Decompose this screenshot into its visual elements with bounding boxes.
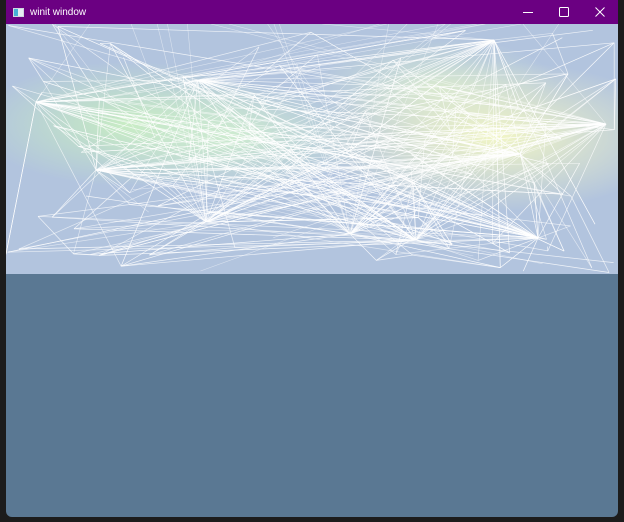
minimize-button[interactable] xyxy=(510,0,546,24)
maximize-icon xyxy=(559,7,569,17)
close-button[interactable] xyxy=(582,0,618,24)
maximize-button[interactable] xyxy=(546,0,582,24)
window-controls xyxy=(510,0,618,24)
close-icon xyxy=(595,7,605,17)
window-title: winit window xyxy=(30,6,87,18)
app-icon xyxy=(13,7,24,17)
render-canvas[interactable] xyxy=(6,24,618,274)
app-window: winit window xyxy=(6,0,618,517)
shader-scene xyxy=(6,24,618,274)
title-bar[interactable]: winit window xyxy=(6,0,618,24)
minimize-icon xyxy=(523,12,533,13)
